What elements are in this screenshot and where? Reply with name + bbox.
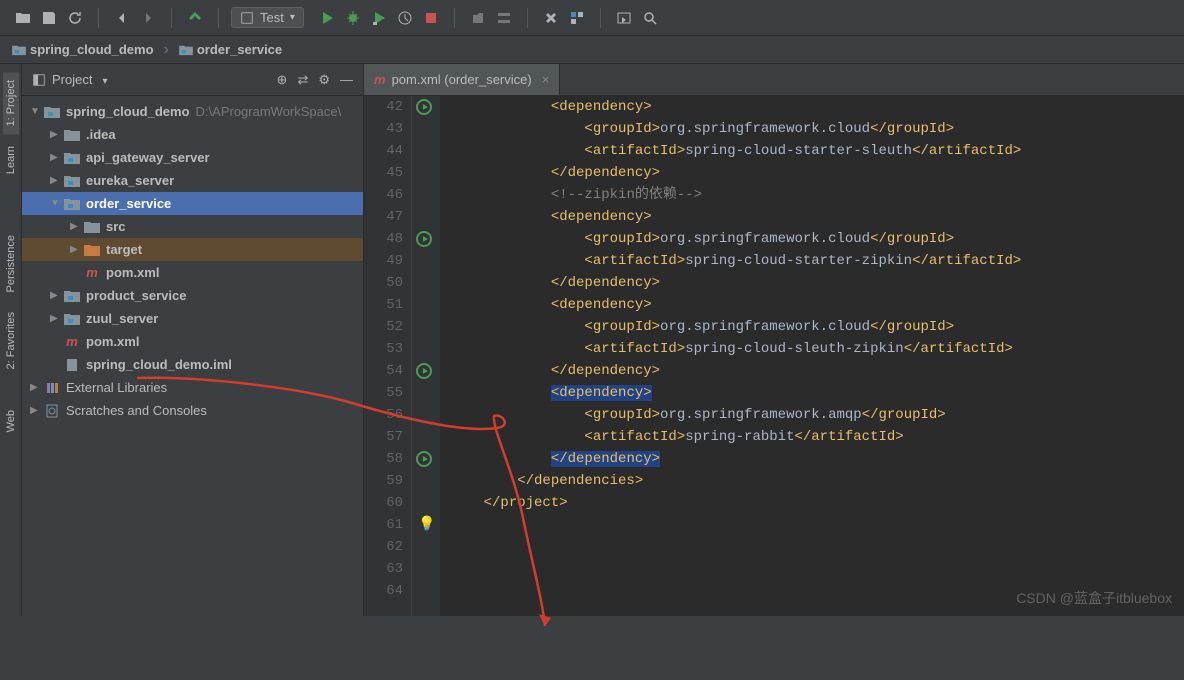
expand-icon[interactable]: ⇄	[297, 72, 308, 88]
tree-node[interactable]: ▶src	[22, 215, 363, 238]
vcs-icon[interactable]	[467, 7, 489, 29]
screenshot-icon[interactable]	[613, 7, 635, 29]
editor-area: m pom.xml (order_service) × 424344454647…	[364, 64, 1184, 616]
rail-tab-favorites[interactable]: 2: Favorites	[3, 304, 19, 377]
close-tab-icon[interactable]: ×	[542, 72, 550, 87]
run-config-label: Test	[260, 10, 284, 25]
panel-settings-icon[interactable]: ⚙	[318, 72, 330, 88]
gutter-icons: 💡	[412, 96, 440, 616]
editor-tab[interactable]: m pom.xml (order_service) ×	[364, 64, 560, 95]
profile-icon[interactable]	[394, 7, 416, 29]
panel-view-dropdown[interactable]	[98, 72, 107, 87]
vcs2-icon[interactable]	[493, 7, 515, 29]
tree-scratches[interactable]: ▶Scratches and Consoles	[22, 399, 363, 422]
rail-tab-web[interactable]: Web	[3, 402, 19, 440]
project-tree[interactable]: ▼spring_cloud_demoD:\AProgramWorkSpace\▶…	[22, 96, 363, 616]
coverage-icon[interactable]	[368, 7, 390, 29]
rail-tab-project[interactable]: 1: Project	[3, 72, 19, 134]
stop-icon[interactable]	[420, 7, 442, 29]
editor-tab-label: pom.xml (order_service)	[392, 72, 532, 87]
run-configuration-selector[interactable]: Test ▾	[231, 7, 304, 28]
tree-node[interactable]: ▶zuul_server	[22, 307, 363, 330]
tree-node[interactable]: mpom.xml	[22, 261, 363, 284]
tree-node[interactable]: ▶api_gateway_server	[22, 146, 363, 169]
tree-node[interactable]: ▶eureka_server	[22, 169, 363, 192]
gutter-run-icon[interactable]	[416, 451, 432, 467]
locate-icon[interactable]: ⊕	[277, 72, 288, 88]
forward-icon[interactable]	[137, 7, 159, 29]
rail-tab-learn[interactable]: Learn	[3, 138, 19, 182]
refresh-icon[interactable]	[64, 7, 86, 29]
panel-title: Project	[52, 72, 92, 87]
watermark: CSDN @蓝盒子itbluebox	[1016, 588, 1172, 608]
gutter-run-icon[interactable]	[416, 99, 432, 115]
tree-external-libraries[interactable]: ▶External Libraries	[22, 376, 363, 399]
tree-node[interactable]: mpom.xml	[22, 330, 363, 353]
tree-node[interactable]: spring_cloud_demo.iml	[22, 353, 363, 376]
intention-bulb-icon[interactable]: 💡	[418, 514, 435, 536]
tree-root[interactable]: ▼spring_cloud_demoD:\AProgramWorkSpace\	[22, 100, 363, 123]
main-toolbar: Test ▾	[0, 0, 1184, 36]
line-gutter: 4243444546474849505152535455565758596061…	[364, 96, 412, 616]
breadcrumb-root[interactable]: spring_cloud_demo	[12, 42, 154, 57]
back-icon[interactable]	[111, 7, 133, 29]
open-file-icon[interactable]	[12, 7, 34, 29]
structure-icon[interactable]	[566, 7, 588, 29]
code-area[interactable]: <dependency> <groupId>org.springframewor…	[440, 96, 1184, 616]
breadcrumb: spring_cloud_demo order_service	[0, 36, 1184, 64]
project-panel: Project ⊕ ⇄ ⚙ — ▼spring_cloud_demoD:\APr…	[22, 64, 364, 616]
tree-node[interactable]: ▶.idea	[22, 123, 363, 146]
settings-icon[interactable]	[540, 7, 562, 29]
breadcrumb-current[interactable]: order_service	[179, 42, 282, 57]
tree-node[interactable]: ▶target	[22, 238, 363, 261]
search-icon[interactable]	[639, 7, 661, 29]
gutter-run-icon[interactable]	[416, 363, 432, 379]
left-tool-rail: 1: Project Learn Persistence 2: Favorite…	[0, 64, 22, 616]
tree-node[interactable]: ▼order_service	[22, 192, 363, 215]
build-icon[interactable]	[184, 7, 206, 29]
run-icon[interactable]	[316, 7, 338, 29]
rail-tab-persistence[interactable]: Persistence	[3, 227, 19, 300]
debug-icon[interactable]	[342, 7, 364, 29]
gutter-run-icon[interactable]	[416, 231, 432, 247]
tree-node[interactable]: ▶product_service	[22, 284, 363, 307]
save-icon[interactable]	[38, 7, 60, 29]
hide-panel-icon[interactable]: —	[340, 72, 353, 88]
